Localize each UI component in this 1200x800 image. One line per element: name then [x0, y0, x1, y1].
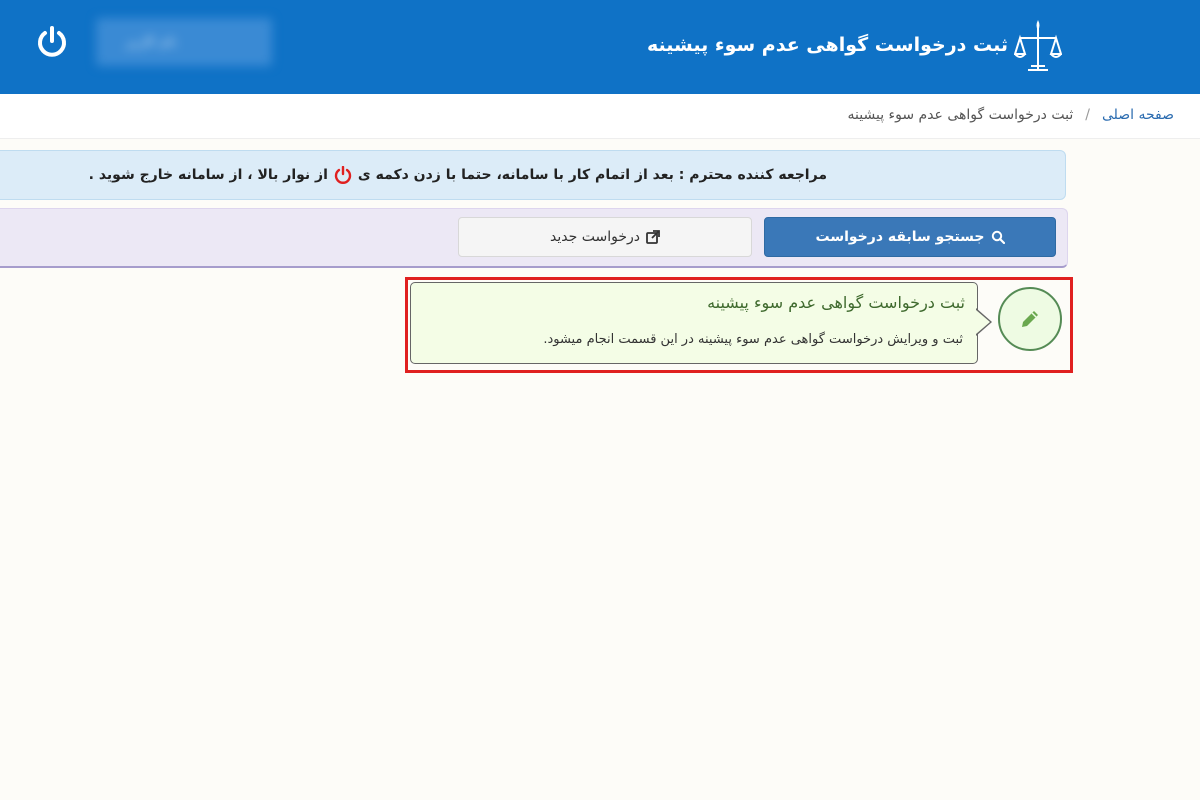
register-request-card[interactable]: ثبت درخواست گواهی عدم سوء پیشینه ثبت و و… [410, 282, 978, 364]
pencil-icon [1022, 311, 1038, 327]
breadcrumb-current: ثبت درخواست گواهی عدم سوء پیشینه [847, 107, 1074, 123]
app-title: ثبت درخواست گواهی عدم سوء پیشینه [647, 34, 1008, 56]
breadcrumb-home-link[interactable]: صفحه اصلی [1102, 107, 1174, 123]
logout-power-button[interactable] [32, 22, 72, 62]
search-icon [991, 230, 1005, 244]
power-icon [38, 26, 66, 57]
card-description: ثبت و ویرایش درخواست گواهی عدم سوء پیشین… [543, 332, 963, 347]
logout-notice-alert: مراجعه کننده محترم : بعد از اتمام کار با… [0, 150, 1066, 200]
user-name-blurred: نام کاربر [96, 18, 272, 66]
breadcrumb: صفحه اصلی / ثبت درخواست گواهی عدم سوء پی… [0, 94, 1200, 139]
edit-request-button[interactable] [998, 287, 1062, 351]
search-history-label: جستجو سابقه درخواست [815, 229, 985, 245]
power-icon [334, 166, 352, 184]
alert-text-after: از نوار بالا ، از سامانه خارج شوید . [88, 167, 328, 183]
new-request-label: درخواست جدید [550, 229, 640, 245]
user-name: نام کاربر [126, 34, 177, 50]
card-title: ثبت درخواست گواهی عدم سوء پیشینه [707, 293, 965, 312]
external-link-icon [646, 230, 660, 244]
top-header: نام کاربر ثبت درخواست گواهی عدم سوء پیشی… [0, 0, 1200, 94]
justice-scales-logo [1014, 20, 1062, 71]
alert-text-before: مراجعه کننده محترم : بعد از اتمام کار با… [357, 167, 827, 183]
breadcrumb-separator: / [1085, 107, 1090, 123]
new-request-button[interactable]: درخواست جدید [458, 217, 752, 257]
search-history-button[interactable]: جستجو سابقه درخواست [764, 217, 1056, 257]
alert-text: مراجعه کننده محترم : بعد از اتمام کار با… [89, 166, 827, 184]
card-arrow-fill [976, 310, 990, 334]
